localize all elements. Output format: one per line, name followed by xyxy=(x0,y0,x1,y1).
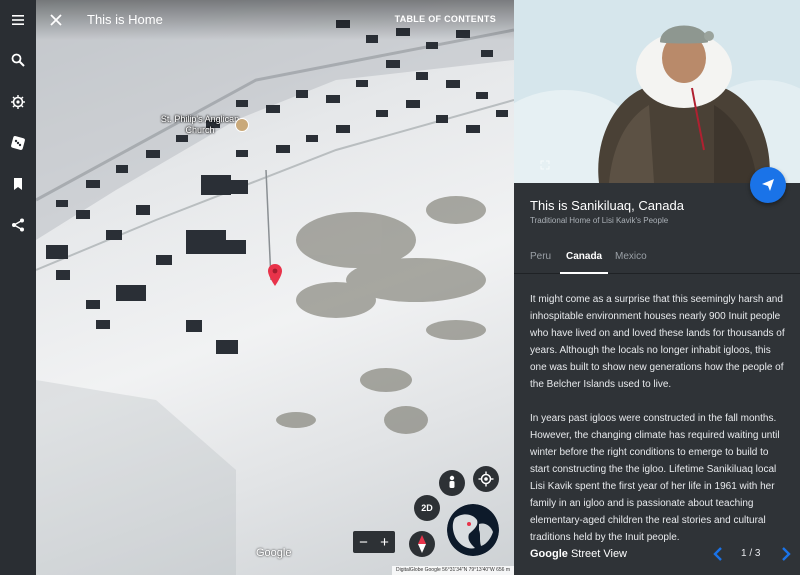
story-paragraph: In years past igloos were constructed in… xyxy=(530,413,780,543)
view-2d-toggle[interactable]: 2D xyxy=(414,495,440,521)
compass-icon xyxy=(418,535,426,553)
google-watermark: Google xyxy=(256,547,292,559)
place-title: This is Sanikiluaq, Canada xyxy=(530,198,684,213)
table-of-contents-link[interactable]: TABLE OF CONTENTS xyxy=(395,14,496,24)
tab-canada[interactable]: Canada xyxy=(566,251,602,262)
poi-label[interactable]: St. Philip's Anglican Church xyxy=(160,114,240,136)
place-subtitle: Traditional Home of Lisi Kavik's People xyxy=(530,216,669,225)
share-button[interactable] xyxy=(0,207,36,243)
tab-peru[interactable]: Peru xyxy=(530,251,551,262)
compass-button[interactable] xyxy=(409,531,435,557)
share-icon xyxy=(12,218,24,232)
tab-mexico[interactable]: Mexico xyxy=(615,251,647,262)
chevron-left-icon[interactable] xyxy=(711,546,725,562)
zoom-in-button[interactable]: + xyxy=(374,531,395,553)
voyager-icon xyxy=(11,95,25,109)
active-tab-indicator xyxy=(560,272,608,274)
close-icon[interactable] xyxy=(46,10,66,30)
share-story-button[interactable] xyxy=(750,167,786,203)
pegman-icon xyxy=(449,475,455,488)
location-pin-icon[interactable] xyxy=(268,264,282,286)
menu-icon xyxy=(12,15,24,25)
bookmark-icon xyxy=(14,178,22,190)
menu-button[interactable] xyxy=(0,2,36,38)
zoom-control: − + xyxy=(353,531,395,553)
street-view-brand: Google Street View xyxy=(530,548,627,560)
zoom-out-button[interactable]: − xyxy=(353,531,374,553)
brand-google: Google xyxy=(530,548,568,560)
pegman-button[interactable] xyxy=(439,470,465,496)
my-location-icon xyxy=(478,471,494,487)
chevron-right-icon[interactable] xyxy=(779,546,793,562)
story-title: This is Home xyxy=(87,12,163,27)
brand-streetview: Street View xyxy=(570,548,628,560)
voyager-button[interactable] xyxy=(0,84,36,120)
projects-button[interactable] xyxy=(0,166,36,202)
my-location-button[interactable] xyxy=(473,466,499,492)
hero-photo[interactable] xyxy=(514,0,800,183)
story-body: It might come as a surprise that this se… xyxy=(530,291,786,563)
story-paragraph: It might come as a surprise that this se… xyxy=(530,294,785,390)
panel-footer: Google Street View 1 / 3 xyxy=(514,536,800,575)
globe-icon xyxy=(447,504,499,556)
send-icon xyxy=(762,179,774,191)
feeling-lucky-button[interactable] xyxy=(0,125,36,161)
dice-icon xyxy=(11,136,25,150)
page-indicator: 1 / 3 xyxy=(741,548,761,559)
left-rail xyxy=(0,0,36,575)
info-panel: This is Sanikiluaq, Canada Traditional H… xyxy=(514,0,800,575)
satellite-map[interactable]: This is Home TABLE OF CONTENTS St. Phili… xyxy=(36,0,514,575)
expand-icon[interactable] xyxy=(540,160,550,170)
portrait-image xyxy=(514,0,800,183)
globe-minimap[interactable] xyxy=(447,504,499,556)
search-icon xyxy=(11,53,25,67)
search-button[interactable] xyxy=(0,42,36,78)
church-poi-icon[interactable] xyxy=(235,118,249,132)
country-tabs: Peru Canada Mexico xyxy=(514,244,800,274)
map-attribution: DigitalGlobe Google 56°31'34"N 79°13'40"… xyxy=(392,566,514,575)
